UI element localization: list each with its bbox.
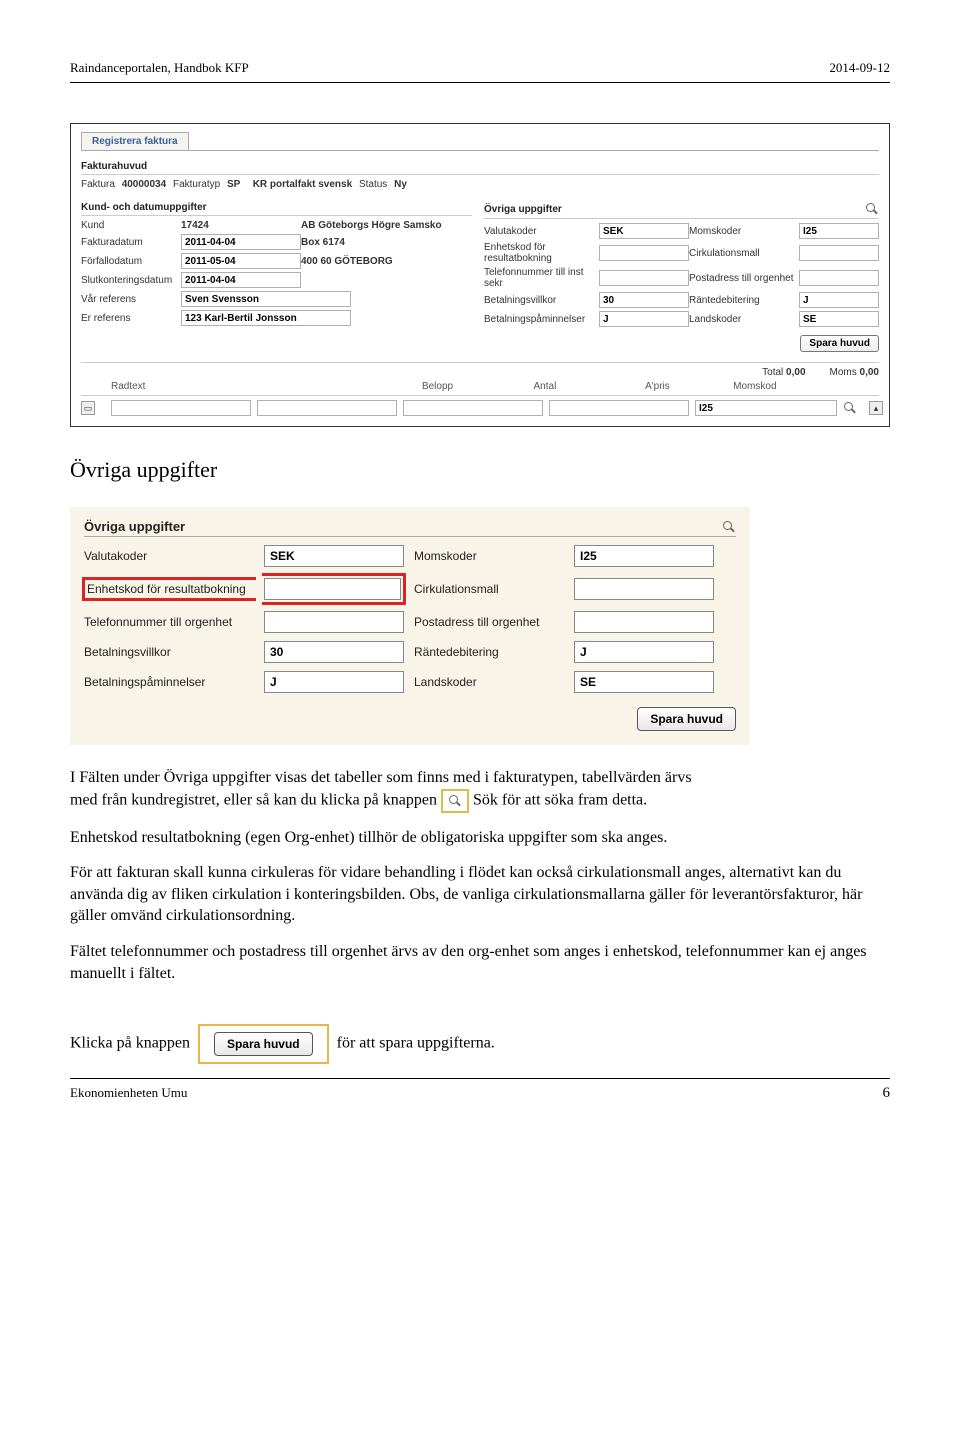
p2-betvillkor-label: Betalningsvillkor (84, 645, 254, 659)
ovriga-heading-small: Övriga uppgifter (484, 202, 879, 219)
moms-value: 0,00 (860, 367, 879, 378)
body-paragraph-1: I Fälten under Övriga uppgifter visas de… (70, 767, 890, 813)
betpamin-label: Betalningspåminnelser (484, 314, 599, 325)
betvillkor-label: Betalningsvillkor (484, 295, 599, 306)
inline-spara-huvud-box: Spara huvud (198, 1024, 329, 1064)
valutakoder-label: Valutakoder (484, 226, 599, 237)
screenshot-registrera-faktura: Registrera faktura Fakturahuvud Faktura … (70, 123, 890, 427)
row-momskod-input[interactable] (695, 400, 837, 416)
valutakoder-input[interactable] (599, 223, 689, 239)
p2-spara-huvud-button[interactable]: Spara huvud (637, 707, 736, 731)
p2-tel-label: Telefonnummer till orgenhet (84, 615, 254, 629)
search-icon[interactable] (722, 520, 736, 534)
search-icon[interactable] (865, 202, 879, 216)
p2-cirkmall-input[interactable] (574, 578, 714, 600)
total-value: 0,00 (786, 367, 805, 378)
momskoder-input[interactable] (799, 223, 879, 239)
kund-label: Kund (81, 220, 181, 231)
radtext-input[interactable] (111, 400, 251, 416)
kund-nr: 17424 (181, 220, 301, 231)
p2-momskoder-input[interactable] (574, 545, 714, 567)
kund-adr2: 400 60 GÖTEBORG (301, 256, 461, 267)
p2-landskoder-label: Landskoder (414, 675, 564, 689)
screenshot-ovriga-uppgifter: Övriga uppgifter Valutakoder Momskoder E… (70, 507, 750, 745)
postadr-input[interactable] (799, 270, 879, 286)
fakturadatum-label: Fakturadatum (81, 237, 181, 248)
row-search-icon[interactable] (843, 401, 857, 415)
enhetskod-input[interactable] (599, 245, 689, 261)
kund-adr1: Box 6174 (301, 237, 461, 248)
tab-registrera-faktura[interactable]: Registrera faktura (81, 132, 189, 150)
tel-inst-label: Telefonnummer till inst sekr (484, 267, 599, 289)
cirkmall-label: Cirkulationsmall (689, 248, 799, 259)
slutkont-input[interactable] (181, 272, 301, 288)
p2-rantedeb-input[interactable] (574, 641, 714, 663)
row-handle-icon[interactable]: ▭ (81, 401, 95, 415)
p2-betpamin-input[interactable] (264, 671, 404, 693)
kund-namn: AB Göteborgs Högre Samsko (301, 220, 461, 231)
header-divider (70, 82, 890, 83)
momskoder-label: Momskoder (689, 226, 799, 237)
p2-enhetskod-input[interactable] (264, 578, 401, 600)
erref-input[interactable] (181, 310, 351, 326)
p2-landskoder-input[interactable] (574, 671, 714, 693)
betvillkor-input[interactable] (599, 292, 689, 308)
rantedeb-input[interactable] (799, 292, 879, 308)
betpamin-input[interactable] (599, 311, 689, 327)
p2-momskoder-label: Momskoder (414, 549, 564, 563)
inline-search-icon-box (441, 789, 469, 813)
body-paragraph-3: För att fakturan skall kunna cirkuleras … (70, 862, 890, 927)
doc-title: Raindanceportalen, Handbok KFP (70, 60, 249, 76)
section-heading-ovriga: Övriga uppgifter (70, 457, 890, 483)
belopp-input[interactable] (257, 400, 397, 416)
tel-inst-input[interactable] (599, 270, 689, 286)
panel2-title: Övriga uppgifter (84, 519, 185, 534)
body-paragraph-2: Enhetskod resultatbokning (egen Org-enhe… (70, 827, 890, 849)
body-paragraph-4: Fältet telefonnummer och postadress till… (70, 941, 890, 984)
apris-input[interactable] (549, 400, 689, 416)
antal-input[interactable] (403, 400, 543, 416)
erref-label: Er referens (81, 313, 181, 324)
p2-postadr-input[interactable] (574, 611, 714, 633)
landskoder-input[interactable] (799, 311, 879, 327)
p2-valutakoder-label: Valutakoder (84, 549, 254, 563)
body-paragraph-5: Klicka på knappen Spara huvud för att sp… (70, 1024, 890, 1064)
moms-label: Moms (830, 367, 857, 378)
p2-betvillkor-input[interactable] (264, 641, 404, 663)
footer-left: Ekonomienheten Umu (70, 1085, 187, 1102)
p2-tel-input[interactable] (264, 611, 404, 633)
varref-input[interactable] (181, 291, 351, 307)
page-number: 6 (883, 1085, 891, 1102)
search-icon[interactable] (448, 794, 462, 808)
doc-date: 2014-09-12 (829, 60, 890, 76)
line-table-row: ▭ ▴ (81, 396, 879, 416)
spara-huvud-button[interactable]: Spara huvud (800, 335, 879, 352)
rantedeb-label: Räntedebitering (689, 295, 799, 306)
enhetskod-label: Enhetskod för resultatbokning (484, 242, 599, 264)
fakturahuvud-info: Faktura 40000034 Fakturatyp SP KR portal… (81, 179, 879, 190)
forfallodatum-input[interactable] (181, 253, 301, 269)
p2-cirkmall-label: Cirkulationsmall (414, 582, 564, 596)
inline-spara-huvud-button[interactable]: Spara huvud (214, 1032, 313, 1056)
fakturahuvud-heading: Fakturahuvud (81, 161, 879, 175)
footer-divider (70, 1078, 890, 1079)
p2-betpamin-label: Betalningspåminnelser (84, 675, 254, 689)
slutkont-label: Slutkonteringsdatum (81, 275, 181, 286)
fakturadatum-input[interactable] (181, 234, 301, 250)
forfallodatum-label: Förfallodatum (81, 256, 181, 267)
postadr-label: Postadress till orgenhet (689, 273, 799, 284)
total-label: Total (762, 367, 783, 378)
varref-label: Vår referens (81, 294, 181, 305)
p2-postadr-label: Postadress till orgenhet (414, 615, 564, 629)
p2-valutakoder-input[interactable] (264, 545, 404, 567)
cirkmall-input[interactable] (799, 245, 879, 261)
line-table-header: Radtext Belopp Antal A'pris Momskod (81, 378, 879, 396)
row-expand-icon[interactable]: ▴ (869, 401, 883, 415)
p2-enhetskod-label: Enhetskod för resultatbokning (82, 577, 256, 601)
landskoder-label: Landskoder (689, 314, 799, 325)
kund-section-heading: Kund- och datumuppgifter (81, 202, 472, 216)
p2-rantedeb-label: Räntedebitering (414, 645, 564, 659)
